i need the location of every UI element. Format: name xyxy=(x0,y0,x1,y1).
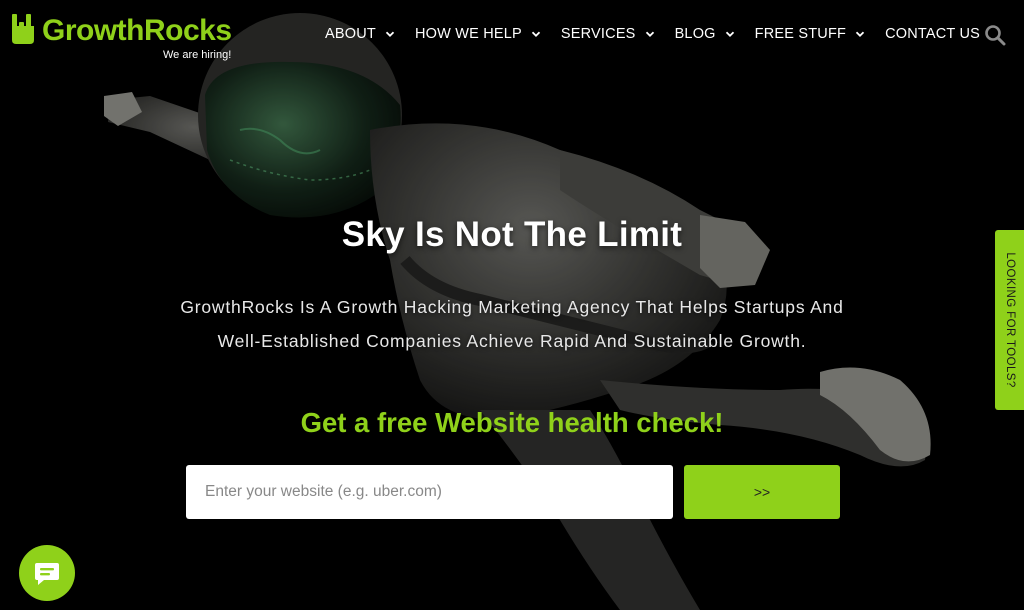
website-url-input[interactable] xyxy=(186,465,673,519)
main-nav: ABOUT HOW WE HELP SERVICES BLOG FREE STU… xyxy=(325,22,980,46)
nav-item-label: SERVICES xyxy=(560,26,636,42)
chevron-down-icon xyxy=(645,31,654,37)
hero-title: Sky Is Not The Limit xyxy=(341,215,683,254)
nav-item-label: HOW WE HELP xyxy=(414,26,522,42)
chat-bubble-icon xyxy=(35,563,59,585)
health-check-heading: Get a free Website health check! xyxy=(300,407,724,438)
search-button[interactable] xyxy=(984,24,1006,46)
looking-for-tools-tab[interactable]: LOOKING FOR TOOLS? xyxy=(995,230,1024,410)
side-tab-label: LOOKING FOR TOOLS? xyxy=(1003,252,1016,388)
nav-item-label: ABOUT xyxy=(325,26,376,42)
hero-description: GrowthRocks Is A Growth Hacking Marketin… xyxy=(180,297,844,351)
site-logo[interactable]: GrowthRocks We are hiring! xyxy=(10,8,250,64)
nav-item-blog[interactable]: BLOG xyxy=(675,26,735,42)
nav-item-label: FREE STUFF xyxy=(754,26,847,42)
search-icon xyxy=(985,25,1006,46)
chevron-down-icon xyxy=(531,31,541,37)
nav-item-free-stuff[interactable]: FREE STUFF xyxy=(755,26,865,42)
nav-item-label: BLOG xyxy=(674,26,716,42)
nav-item-label: CONTACT US xyxy=(885,26,980,42)
chevron-down-icon xyxy=(385,31,395,37)
brand-name: GrowthRocks xyxy=(42,14,232,47)
nav-item-contact-us[interactable]: CONTACT US xyxy=(885,26,980,42)
chat-button[interactable] xyxy=(19,545,75,601)
hiring-tagline[interactable]: We are hiring! xyxy=(163,48,231,62)
health-check-submit-button[interactable]: >> xyxy=(684,465,840,519)
chevron-down-icon xyxy=(855,31,865,37)
nav-item-how-we-help[interactable]: HOW WE HELP xyxy=(415,26,541,42)
nav-item-about[interactable]: ABOUT xyxy=(325,26,395,42)
chevron-down-icon xyxy=(725,31,734,37)
nav-item-services[interactable]: SERVICES xyxy=(561,26,655,42)
rock-hand-icon xyxy=(12,14,34,44)
